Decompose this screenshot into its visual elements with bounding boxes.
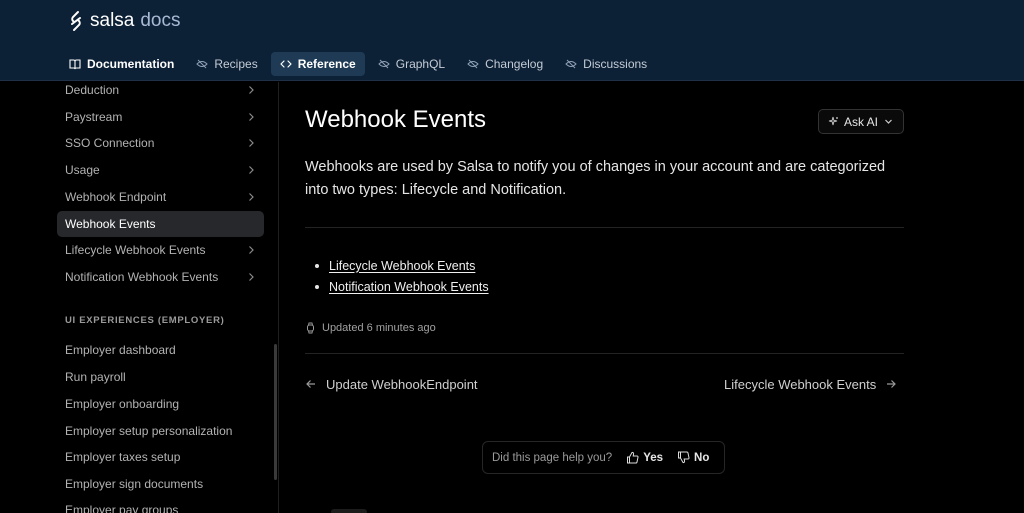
tab-label: GraphQL — [395, 57, 446, 71]
sidebar-item-sso-connection[interactable]: SSO Connection — [57, 130, 264, 156]
prev-page-link[interactable]: Update WebhookEndpoint — [305, 376, 478, 392]
chevron-right-icon — [249, 86, 254, 94]
sidebar-item-run-payroll[interactable]: Run payroll — [57, 364, 264, 390]
tab-label: Documentation — [87, 57, 175, 71]
tab-label: Recipes — [214, 57, 258, 71]
arrow-left-icon — [306, 380, 315, 388]
chevron-right-icon — [249, 193, 254, 201]
code-icon — [280, 60, 292, 68]
sidebar-item-label: Webhook Endpoint — [65, 190, 167, 204]
watch-icon — [307, 322, 314, 334]
brand-suffix: docs — [140, 10, 181, 31]
tab-label: Changelog — [485, 57, 544, 71]
tab-discussions[interactable]: Discussions — [556, 52, 656, 76]
ask-ai-button[interactable]: Ask AI — [818, 109, 904, 134]
tab-reference[interactable]: Reference — [270, 52, 365, 76]
sidebar-item-label: Run payroll — [65, 370, 126, 384]
feedback-no-button[interactable]: No — [677, 451, 709, 464]
eye-off-icon — [196, 59, 209, 69]
sidebar-item-employer-sign-documents[interactable]: Employer sign documents — [57, 471, 264, 497]
sidebar-section-title: UI EXPERIENCES (EMPLOYER) — [65, 315, 225, 326]
bullet — [315, 263, 319, 268]
chevron-right-icon — [249, 273, 254, 281]
ask-ai-label: Ask AI — [843, 114, 878, 129]
tab-label: Reference — [297, 57, 356, 71]
feedback-no-label: No — [694, 451, 710, 464]
feedback-question: Did this page help you? — [492, 451, 613, 464]
chevron-right-icon — [249, 166, 254, 174]
next-page-link[interactable]: Lifecycle Webhook Events — [724, 376, 897, 392]
sidebar-item-notification-webhook-events[interactable]: Notification Webhook Events — [57, 264, 264, 290]
sidebar-item-label: Employer setup personalization — [65, 424, 233, 438]
book-icon — [69, 59, 81, 70]
event-link-list: Lifecycle Webhook Events Notification We… — [315, 255, 489, 297]
page-title: Webhook Events — [305, 106, 486, 133]
sidebar: Deduction Paystream SSO Connection Usage… — [0, 82, 279, 513]
top-header: salsa docs Documentation Recipes Referen… — [0, 0, 1024, 81]
sidebar-scrollbar[interactable] — [274, 344, 277, 480]
feedback-yes-button[interactable]: Yes — [626, 451, 663, 464]
thumbs-down-icon — [678, 451, 690, 464]
content-divider — [305, 227, 904, 228]
tab-graphql[interactable]: GraphQL — [369, 52, 454, 76]
chevron-down-icon — [885, 119, 892, 124]
sidebar-item-label: Employer sign documents — [65, 477, 204, 491]
list-item: Notification Webhook Events — [315, 276, 489, 297]
sidebar-item-lifecycle-webhook-events[interactable]: Lifecycle Webhook Events — [57, 237, 264, 263]
intro-paragraph: Webhooks are used by Salsa to notify you… — [305, 159, 886, 198]
feedback-yes-label: Yes — [643, 451, 664, 464]
tab-recipes[interactable]: Recipes — [187, 52, 266, 76]
sidebar-item-usage[interactable]: Usage — [57, 157, 264, 183]
feedback-box: Did this page help you? Yes No — [482, 441, 725, 474]
eye-off-icon — [378, 59, 390, 69]
brand-name: salsa — [90, 10, 135, 31]
tab-label: Discussions — [583, 57, 648, 71]
sidebar-item-webhook-endpoint[interactable]: Webhook Endpoint — [57, 184, 264, 210]
bullet — [315, 284, 319, 289]
link-notification-webhook-events[interactable]: Notification Webhook Events — [329, 280, 489, 294]
sidebar-item-label: Employer taxes setup — [65, 450, 181, 464]
sidebar-item-label: Employer dashboard — [65, 343, 176, 357]
sidebar-item-employer-taxes-setup[interactable]: Employer taxes setup — [57, 444, 264, 470]
tab-changelog[interactable]: Changelog — [458, 52, 552, 76]
eye-off-icon — [467, 59, 479, 69]
chevron-right-icon — [249, 139, 254, 147]
sidebar-item-deduction[interactable]: Deduction — [57, 82, 264, 103]
sidebar-item-paystream[interactable]: Paystream — [57, 104, 264, 130]
sidebar-item-label: Employer onboarding — [65, 397, 180, 411]
brand-logo[interactable]: salsa docs — [68, 9, 181, 33]
link-lifecycle-webhook-events[interactable]: Lifecycle Webhook Events — [329, 259, 475, 273]
content-divider — [305, 353, 904, 354]
sidebar-item-label: Deduction — [65, 83, 120, 97]
sidebar-item-webhook-events[interactable]: Webhook Events — [57, 211, 264, 237]
chevron-right-icon — [249, 113, 254, 121]
thumbs-up-icon — [627, 451, 639, 464]
eye-off-icon — [565, 59, 577, 69]
prev-page-label: Update WebhookEndpoint — [326, 376, 478, 392]
sidebar-item-employer-setup-personalization[interactable]: Employer setup personalization — [57, 418, 264, 444]
sidebar-item-label: Usage — [65, 163, 100, 177]
sidebar-item-employer-onboarding[interactable]: Employer onboarding — [57, 391, 264, 417]
next-page-label: Lifecycle Webhook Events — [724, 376, 877, 392]
last-updated: Updated 6 minutes ago — [305, 321, 436, 335]
sidebar-item-employer-pay-groups[interactable]: Employer pay groups — [57, 497, 264, 513]
sidebar-item-employer-dashboard[interactable]: Employer dashboard — [57, 337, 264, 363]
top-nav: Documentation Recipes Reference GraphQL … — [60, 52, 656, 76]
updated-text: Updated 6 minutes ago — [322, 322, 436, 334]
sidebar-item-label: Lifecycle Webhook Events — [65, 243, 206, 257]
bottom-element — [331, 509, 367, 513]
sidebar-item-label: SSO Connection — [65, 136, 155, 150]
list-item: Lifecycle Webhook Events — [315, 255, 489, 276]
tab-documentation[interactable]: Documentation — [60, 52, 183, 76]
sidebar-item-label: Paystream — [65, 110, 123, 124]
sidebar-item-label: Notification Webhook Events — [65, 270, 219, 284]
sparkle-icon — [828, 116, 838, 126]
arrow-right-icon — [887, 380, 897, 388]
salsa-logo-icon — [71, 11, 81, 31]
chevron-right-icon — [249, 246, 254, 254]
sidebar-item-label: Webhook Events — [65, 217, 156, 231]
sidebar-item-label: Employer pay groups — [65, 503, 179, 513]
